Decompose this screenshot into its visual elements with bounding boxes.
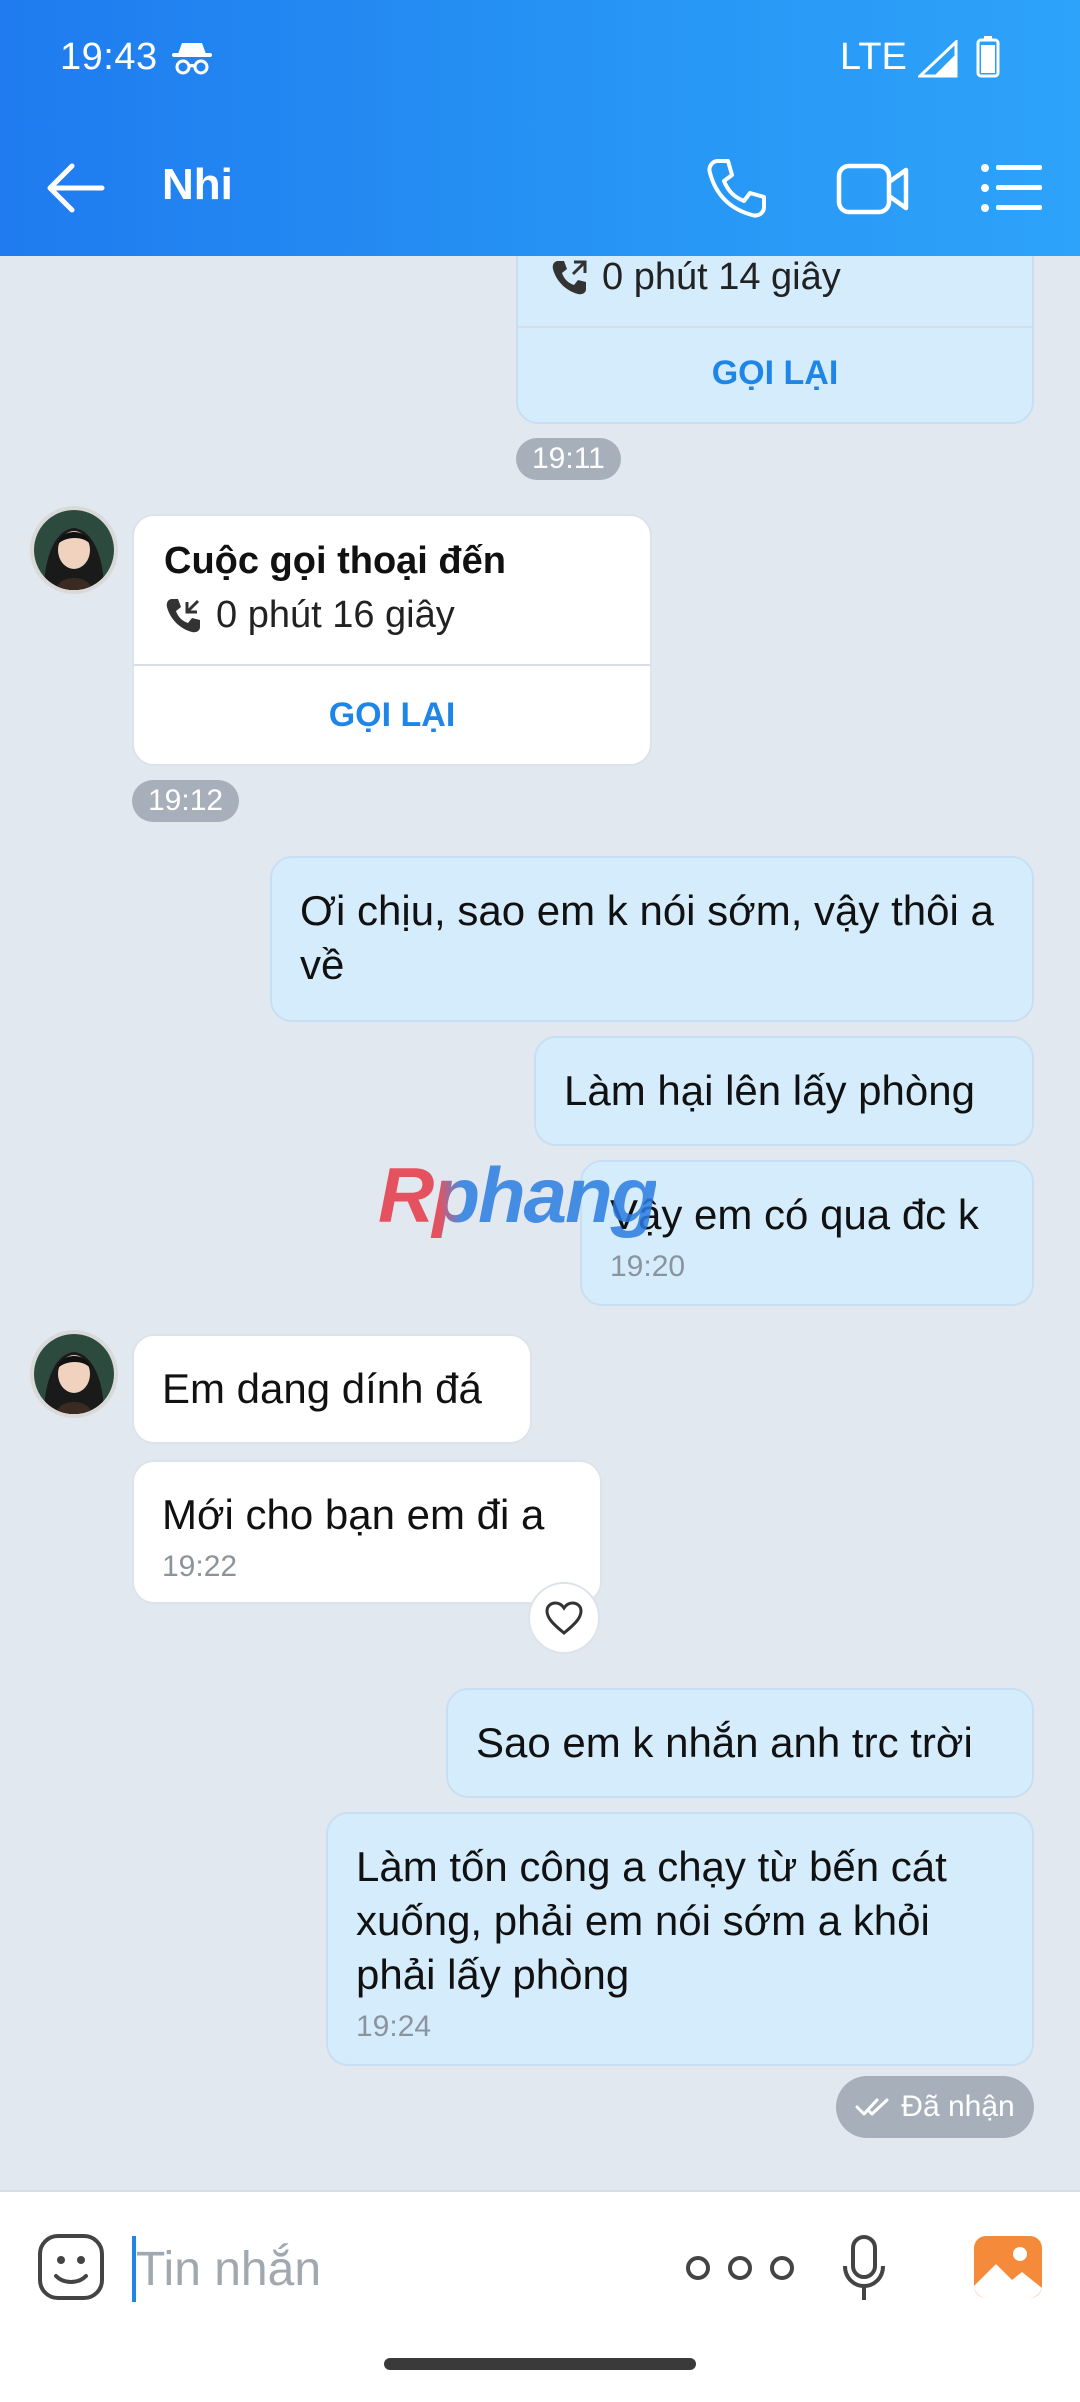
callback-button[interactable]: GỌI LẠI [134,696,650,735]
message-bubble-sent[interactable]: Ơi chịu, sao em k nói sớm, vậy thôi a về [270,856,1034,1022]
message-text: Em dang dính đá [162,1365,482,1412]
status-time: 19:43 [60,36,158,78]
double-check-icon [855,2098,889,2116]
outgoing-call-icon [552,260,587,294]
message-bubble-sent[interactable]: Sao em k nhắn anh trc trời [446,1688,1034,1798]
react-heart-button[interactable] [528,1582,600,1654]
heart-icon [545,1601,583,1635]
message-bubble-sent[interactable]: Làm tốn công a chạy từ bến cát xuống, ph… [326,1812,1034,2066]
message-input[interactable] [134,2230,618,2308]
message-text: Ơi chịu, sao em k nói sớm, vậy thôi a về [300,887,994,988]
divider [518,326,1032,328]
message-bubble-received[interactable]: Mới cho bạn em đi a 19:22 [132,1460,602,1604]
phone-call-icon[interactable] [704,157,768,221]
message-time: 19:24 [356,2010,432,2043]
home-indicator[interactable] [384,2358,696,2370]
incoming-call-icon [166,598,200,632]
message-bubble-received[interactable]: Em dang dính đá [132,1334,532,1444]
delivery-status-text: Đã nhận [901,2090,1015,2123]
battery-icon [976,36,1000,78]
chat-header: 19:43 LTE Nhi [0,0,1080,256]
message-bubble-sent[interactable]: Làm hại lên lấy phòng [534,1036,1034,1146]
avatar[interactable] [30,506,118,594]
call-duration: 0 phút 14 giây [550,256,841,299]
avatar-image [34,1334,114,1414]
time-stamp: 19:11 [516,438,621,480]
message-time: 19:22 [162,1550,238,1583]
call-duration: 0 phút 16 giây [164,594,455,637]
message-list[interactable]: 0 phút 14 giây GỌI LẠI 19:11 Cuộc gọi th… [0,256,1080,2190]
avatar[interactable] [30,1330,118,1418]
incognito-icon [172,43,212,75]
message-time: 19:20 [610,1250,686,1283]
signal-icon [918,40,958,78]
outgoing-call-card: 0 phút 14 giây GỌI LẠI [516,256,1034,424]
more-options-icon[interactable] [680,2254,800,2282]
message-text: Sao em k nhắn anh trc trời [476,1719,973,1766]
menu-list-icon[interactable] [980,162,1042,214]
message-composer [0,2190,1080,2402]
time-stamp: 19:12 [132,780,240,822]
divider [134,664,650,666]
message-text: Mới cho bạn em đi a [162,1491,545,1538]
callback-button[interactable]: GỌI LẠI [518,354,1032,393]
avatar-image [34,510,114,590]
network-type: LTE [840,36,907,78]
emoji-sticker-icon[interactable] [36,2232,106,2302]
delivery-status-badge: Đã nhận [836,2076,1034,2138]
call-duration-text: 0 phút 14 giây [602,256,841,298]
video-call-icon[interactable] [836,160,910,218]
contact-name[interactable]: Nhi [162,160,233,210]
message-text: Làm hại lên lấy phòng [564,1067,975,1114]
incoming-call-card: Cuộc gọi thoại đến 0 phút 16 giây GỌI LẠ… [132,514,652,766]
microphone-icon[interactable] [842,2234,886,2304]
photo-gallery-icon[interactable] [972,2234,1044,2300]
message-text: Làm tốn công a chạy từ bến cát xuống, ph… [356,1843,947,1998]
watermark-logo: Rphang [378,1151,658,1239]
message-text: Vậy em có qua đc k [610,1191,979,1238]
call-card-title: Cuộc gọi thoại đến [164,540,506,582]
back-arrow-icon[interactable] [46,160,106,216]
call-duration-text: 0 phút 16 giây [216,594,455,636]
